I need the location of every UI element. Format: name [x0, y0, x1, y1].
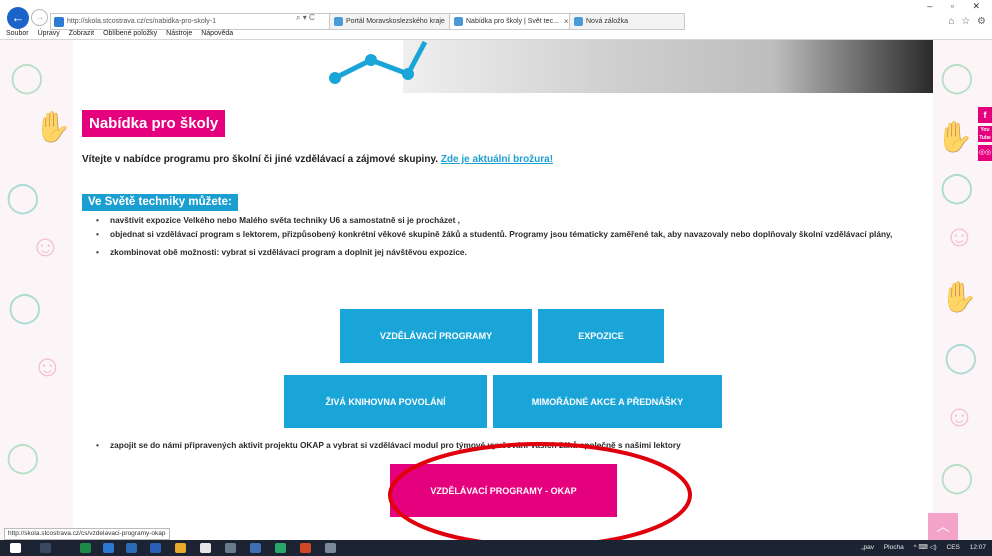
social-links: f You Tube ◎◎ [978, 107, 992, 164]
tab-label: Nová záložka [586, 18, 629, 25]
educational-programs-button[interactable]: VZDĚLÁVACÍ PROGRAMY [340, 309, 532, 363]
spiral-doodle-icon: ◯ [6, 181, 40, 214]
hero-network-graphic [329, 40, 428, 84]
menu-soubor[interactable]: Soubor [6, 30, 29, 40]
powerpoint-icon[interactable] [300, 543, 311, 553]
spiral-doodle-icon: ◯ [940, 461, 974, 494]
page-title: Nabídka pro školy [82, 110, 226, 137]
tray-item[interactable]: 12:07 [970, 544, 986, 551]
edge-icon[interactable] [103, 543, 114, 553]
lightbulb-doodle-icon: ◯ [944, 341, 978, 374]
list-item: navštívit expozice Velkého nebo Malého s… [96, 214, 906, 226]
hand-doodle-icon: ✋ [936, 121, 974, 154]
menu-napoveda[interactable]: Nápověda [201, 30, 233, 40]
expozice-button[interactable]: EXPOZICE [538, 309, 664, 363]
scroll-top-button[interactable]: ︿ [928, 513, 958, 540]
menu-bar: Soubor Úpravy Zobrazit Oblíbené položky … [0, 30, 242, 40]
red-highlight-ellipse [388, 442, 692, 540]
menu-nastroje[interactable]: Nástroje [166, 30, 192, 40]
page-background: ◯ ✋ ◯ ☺ ◯ ☺ ◯ ◯ ✋ ◯ ☺ ✋ ◯ ☺ ◯ Nabídka pr… [0, 40, 992, 540]
app-icon[interactable] [250, 543, 261, 553]
list-item: objednat si vzdělávací program s lektore… [96, 228, 906, 240]
word-icon[interactable] [150, 543, 161, 553]
tab-label: Portál Moravskoslezského kraje [346, 18, 445, 25]
hand-doodle-icon: ✋ [940, 281, 978, 314]
excel-icon[interactable] [80, 543, 91, 553]
tab-strip: Portál Moravskoslezského kraje Nabídka p… [330, 13, 685, 30]
tab-favicon-icon [454, 17, 463, 26]
smiley-doodle-icon: ☺ [944, 220, 975, 253]
special-events-button[interactable]: MIMOŘÁDNÉ AKCE A PŘEDNÁŠKY [493, 375, 722, 428]
windows-start-icon[interactable] [10, 543, 21, 553]
hand-doodle-icon: ✋ [34, 111, 72, 144]
facebook-icon[interactable]: f [978, 107, 992, 123]
intro-sentence: Vítejte v nabídce programu pro školní či… [82, 154, 439, 165]
calculator-icon[interactable] [225, 543, 236, 553]
chrome-icon[interactable] [175, 543, 186, 553]
status-bar-url: http://skola.stcostrava.cz/cs/vzdelavaci… [4, 528, 170, 540]
forward-arrow-icon[interactable]: → [31, 9, 48, 26]
windows-taskbar: „pav Plocha ^ ⌨ ◁) CES 12:07 [0, 540, 992, 556]
tab-label: Nabídka pro školy | Svět tec... [466, 18, 559, 25]
brochure-link[interactable]: Zde je aktuální brožura! [441, 154, 553, 165]
lightbulb-doodle-icon: ◯ [8, 291, 42, 324]
smiley-doodle-icon: ☺ [32, 350, 63, 383]
tray-item[interactable]: ^ ⌨ ◁) [914, 544, 937, 551]
tab-favicon-icon [574, 17, 583, 26]
lightbulb-doodle-icon: ◯ [940, 61, 974, 94]
living-library-button[interactable]: ŽIVÁ KNIHOVNA POVOLÁNÍ [284, 375, 487, 428]
hero-banner-image [73, 40, 933, 93]
browser-chrome: ← → http://skola.stcostrava.cz/cs/nabidk… [0, 0, 992, 40]
spiral-doodle-icon: ◯ [6, 441, 40, 474]
intro-text: Vítejte v nabídce programu pro školní či… [82, 154, 553, 165]
app-icon[interactable] [275, 543, 286, 553]
tab-portal[interactable]: Portál Moravskoslezského kraje [330, 13, 450, 30]
list-item: zkombinovat obě možnosti: vybrat si vzdě… [96, 246, 906, 258]
window-controls[interactable]: – ▫ ✕ [927, 1, 988, 12]
smiley-doodle-icon: ☺ [30, 230, 61, 263]
menu-oblibene[interactable]: Oblíbené položky [103, 30, 157, 40]
options-list: navštívit expozice Velkého nebo Malého s… [96, 214, 906, 260]
menu-zobrazit[interactable]: Zobrazit [69, 30, 94, 40]
home-favorites-settings-icons[interactable]: ⌂ ☆ ⚙ [948, 16, 988, 27]
smiley-doodle-icon: ☺ [944, 400, 975, 433]
site-favicon-icon [54, 16, 64, 27]
youtube-icon[interactable]: You Tube [978, 126, 992, 142]
section-title: Ve Světě techniky můžete: [82, 194, 238, 211]
flickr-icon[interactable]: ◎◎ [978, 145, 992, 161]
system-tray[interactable]: „pav Plocha ^ ⌨ ◁) CES 12:07 [853, 543, 986, 551]
address-bar[interactable]: http://skola.stcostrava.cz/cs/nabidka-pr… [50, 13, 330, 30]
spiral-doodle-icon: ◯ [940, 171, 974, 204]
store-icon[interactable] [200, 543, 211, 553]
tray-item[interactable]: Plocha [884, 544, 904, 551]
tab-favicon-icon [334, 17, 343, 26]
main-content: Nabídka pro školy Vítejte v nabídce prog… [73, 40, 933, 540]
search-icon[interactable] [40, 543, 51, 553]
menu-upravy[interactable]: Úpravy [38, 30, 60, 40]
address-url[interactable]: http://skola.stcostrava.cz/cs/nabidka-pr… [67, 18, 216, 25]
outlook-icon[interactable] [126, 543, 137, 553]
tab-nabidka[interactable]: Nabídka pro školy | Svět tec... × [450, 13, 570, 30]
tab-new[interactable]: Nová záložka [570, 13, 685, 30]
tray-item[interactable]: CES [947, 544, 960, 551]
lightbulb-doodle-icon: ◯ [10, 61, 44, 94]
app-icon[interactable] [325, 543, 336, 553]
tray-item[interactable]: „pav [861, 544, 874, 551]
search-refresh-icons[interactable]: ⌕ ▾ C [296, 13, 315, 23]
tab-close-icon[interactable]: × [564, 17, 569, 26]
back-arrow-icon[interactable]: ← [7, 7, 29, 29]
